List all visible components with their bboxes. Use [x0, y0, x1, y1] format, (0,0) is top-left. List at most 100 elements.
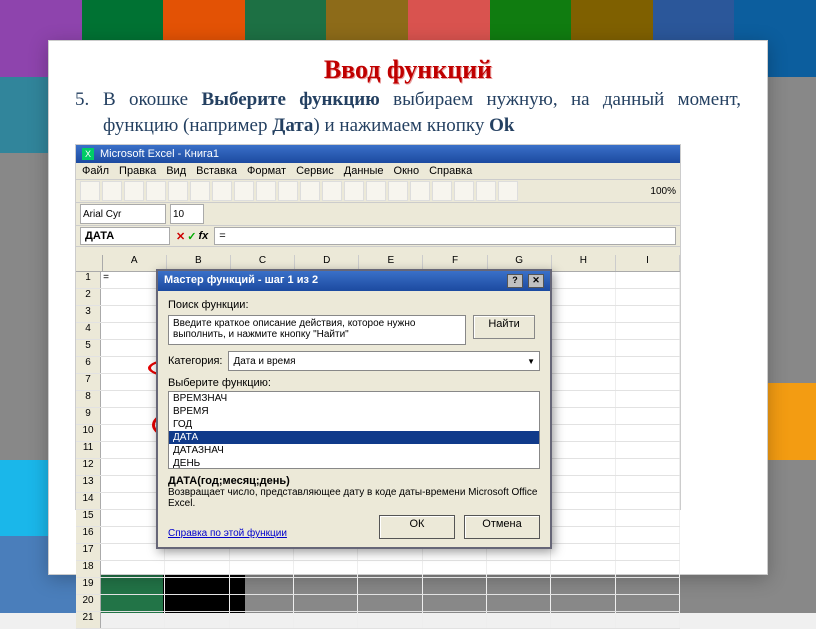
- row-header[interactable]: 6: [76, 357, 101, 373]
- toolbar-button[interactable]: [80, 181, 100, 201]
- cell[interactable]: [294, 595, 358, 611]
- cell[interactable]: [230, 578, 294, 594]
- toolbar-button[interactable]: [344, 181, 364, 201]
- row-header[interactable]: 19: [76, 578, 101, 594]
- category-dropdown[interactable]: Дата и время▼: [228, 351, 540, 371]
- cell[interactable]: [616, 459, 680, 475]
- toolbar-button[interactable]: [300, 181, 320, 201]
- menu-item[interactable]: Данные: [344, 165, 384, 177]
- cell[interactable]: [165, 578, 229, 594]
- cell[interactable]: [616, 323, 680, 339]
- cell[interactable]: [358, 612, 422, 628]
- cell[interactable]: [616, 612, 680, 628]
- cell[interactable]: [487, 612, 551, 628]
- cell[interactable]: [616, 510, 680, 526]
- toolbar-button[interactable]: [256, 181, 276, 201]
- cell[interactable]: [230, 595, 294, 611]
- toolbar-button[interactable]: [278, 181, 298, 201]
- row-header[interactable]: 17: [76, 544, 101, 560]
- cell[interactable]: [294, 578, 358, 594]
- cell[interactable]: [294, 561, 358, 577]
- cell[interactable]: [551, 323, 615, 339]
- cell[interactable]: [551, 476, 615, 492]
- toolbar-button[interactable]: [102, 181, 122, 201]
- font-name[interactable]: [80, 204, 166, 224]
- cell[interactable]: [616, 306, 680, 322]
- toolbar-button[interactable]: [322, 181, 342, 201]
- fx-icon[interactable]: fx: [198, 230, 208, 243]
- cell[interactable]: [616, 527, 680, 543]
- row-header[interactable]: 21: [76, 612, 101, 628]
- cell[interactable]: [616, 408, 680, 424]
- row-header[interactable]: 20: [76, 595, 101, 611]
- menu-item[interactable]: Файл: [82, 165, 109, 177]
- menu-item[interactable]: Формат: [247, 165, 286, 177]
- cell[interactable]: [230, 561, 294, 577]
- cell[interactable]: [616, 272, 680, 288]
- function-list[interactable]: ВРЕМЗНАЧВРЕМЯГОДДАТАДАТАЗНАЧДЕНЬДЕНЬНЕД: [168, 391, 540, 469]
- menu-item[interactable]: Вид: [166, 165, 186, 177]
- cell[interactable]: [616, 289, 680, 305]
- cell[interactable]: [551, 561, 615, 577]
- corner-cell[interactable]: [76, 255, 103, 271]
- cell[interactable]: [551, 340, 615, 356]
- cell[interactable]: [487, 578, 551, 594]
- cell[interactable]: [616, 442, 680, 458]
- row-header[interactable]: 9: [76, 408, 101, 424]
- toolbar-button[interactable]: [234, 181, 254, 201]
- column-header[interactable]: H: [552, 255, 616, 271]
- menu-item[interactable]: Справка: [429, 165, 472, 177]
- row-header[interactable]: 1: [76, 272, 101, 288]
- font-size[interactable]: [170, 204, 204, 224]
- close-icon[interactable]: ✕: [528, 274, 544, 288]
- cell[interactable]: [551, 578, 615, 594]
- cell[interactable]: [616, 595, 680, 611]
- cell[interactable]: [616, 493, 680, 509]
- list-item[interactable]: ВРЕМЗНАЧ: [169, 392, 539, 405]
- name-box[interactable]: ДАТА: [80, 227, 170, 245]
- row-header[interactable]: 3: [76, 306, 101, 322]
- cell[interactable]: [165, 595, 229, 611]
- cell[interactable]: [551, 544, 615, 560]
- toolbar-button[interactable]: [476, 181, 496, 201]
- help-link[interactable]: Справка по этой функции: [168, 528, 287, 539]
- cell[interactable]: [358, 578, 422, 594]
- cell[interactable]: [616, 391, 680, 407]
- row-header[interactable]: 15: [76, 510, 101, 526]
- cell[interactable]: [358, 561, 422, 577]
- toolbar-button[interactable]: [212, 181, 232, 201]
- cell[interactable]: [487, 595, 551, 611]
- menu-item[interactable]: Сервис: [296, 165, 334, 177]
- row-header[interactable]: 2: [76, 289, 101, 305]
- list-item[interactable]: ДАТА: [169, 431, 539, 444]
- cell[interactable]: [551, 306, 615, 322]
- toolbar-button[interactable]: [432, 181, 452, 201]
- row-header[interactable]: 12: [76, 459, 101, 475]
- cell[interactable]: [551, 595, 615, 611]
- cell[interactable]: [230, 612, 294, 628]
- row-header[interactable]: 8: [76, 391, 101, 407]
- toolbar-button[interactable]: [190, 181, 210, 201]
- toolbar-button[interactable]: [366, 181, 386, 201]
- cell[interactable]: [423, 578, 487, 594]
- cancel-icon[interactable]: ✕: [176, 230, 185, 243]
- cell[interactable]: [551, 408, 615, 424]
- formula-bar[interactable]: =: [214, 227, 676, 245]
- row-header[interactable]: 10: [76, 425, 101, 441]
- list-item[interactable]: ДАТАЗНАЧ: [169, 444, 539, 457]
- toolbar-button[interactable]: [146, 181, 166, 201]
- row-header[interactable]: 18: [76, 561, 101, 577]
- cell[interactable]: [551, 289, 615, 305]
- help-icon[interactable]: ?: [507, 274, 523, 288]
- accept-icon[interactable]: ✓: [187, 230, 196, 243]
- cell[interactable]: [551, 357, 615, 373]
- cell[interactable]: [616, 357, 680, 373]
- cell[interactable]: [423, 612, 487, 628]
- row-header[interactable]: 13: [76, 476, 101, 492]
- search-input[interactable]: Введите краткое описание действия, котор…: [168, 315, 466, 345]
- cell[interactable]: [616, 544, 680, 560]
- cell[interactable]: [616, 374, 680, 390]
- cell[interactable]: [551, 612, 615, 628]
- toolbar-button[interactable]: [410, 181, 430, 201]
- cell[interactable]: [551, 459, 615, 475]
